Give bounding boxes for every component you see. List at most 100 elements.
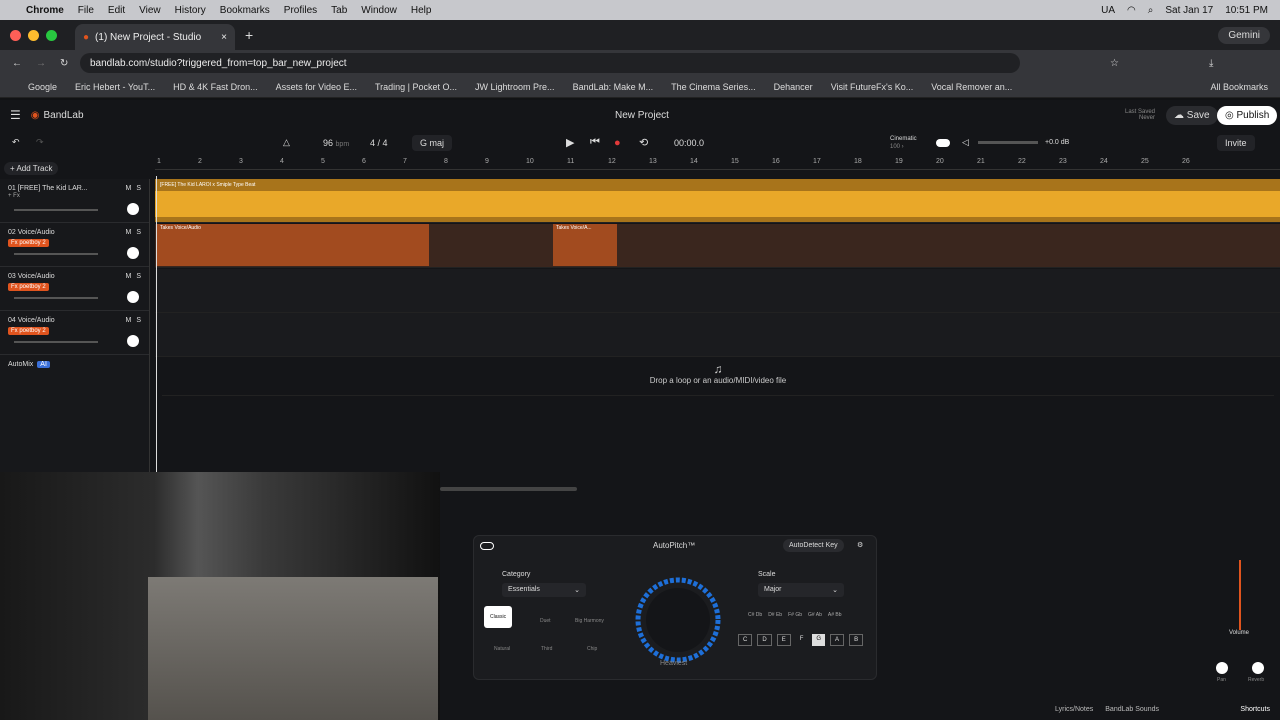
mute-button[interactable]: M [125, 229, 131, 236]
fx-chip[interactable]: Fx poetboy 2 [8, 283, 49, 291]
menu-history[interactable]: History [175, 5, 206, 16]
playhead[interactable] [156, 176, 157, 472]
mute-button[interactable]: M [125, 273, 131, 280]
close-window-button[interactable] [10, 29, 21, 41]
key-button[interactable]: D# Eb [768, 612, 782, 618]
key-button[interactable]: F [796, 634, 808, 646]
style-duet[interactable]: Duet [540, 618, 551, 624]
undo-icon[interactable]: ↶ [12, 137, 20, 148]
style-third[interactable]: Third [541, 646, 552, 652]
input-source[interactable]: UA [1101, 5, 1115, 16]
rewind-button[interactable]: ⏮ [590, 136, 600, 149]
loop-button[interactable]: ⟲ [639, 136, 648, 149]
key-button[interactable]: B [849, 634, 864, 646]
bookmark-item[interactable]: HD & 4K Fast Dron... [173, 82, 258, 92]
bookmark-item[interactable]: BandLab: Make M... [573, 82, 654, 92]
menu-profiles[interactable]: Profiles [284, 5, 317, 16]
menu-bookmarks[interactable]: Bookmarks [220, 5, 270, 16]
bpm-field[interactable]: 96 bpm [323, 138, 349, 148]
mute-button[interactable]: M [125, 185, 131, 192]
time-signature[interactable]: 4 / 4 [370, 138, 388, 148]
bandlab-sounds-button[interactable]: BandLab Sounds [1105, 706, 1159, 713]
all-bookmarks[interactable]: All Bookmarks [1210, 82, 1268, 92]
new-tab-icon[interactable]: + [245, 27, 253, 43]
solo-button[interactable]: S [136, 317, 141, 324]
track-header[interactable]: 02 Voice/Audio Fx poetboy 2 MS [0, 223, 149, 267]
add-track-button[interactable]: + Add Track [4, 161, 59, 175]
pan-knob[interactable] [127, 335, 139, 347]
track-header[interactable]: 03 Voice/Audio Fx poetboy 2 MS [0, 267, 149, 311]
lyrics-notes-button[interactable]: Lyrics/Notes [1055, 706, 1093, 713]
horizontal-scrollbar[interactable] [440, 487, 577, 491]
bookmark-item[interactable]: Assets for Video E... [276, 82, 357, 92]
bandlab-logo[interactable]: ◉ BandLab [31, 110, 84, 121]
fx-label[interactable]: + Fx [8, 193, 20, 199]
reverb-knob[interactable] [1252, 662, 1264, 674]
close-tab-icon[interactable]: × [221, 32, 227, 43]
autopitch-toggle[interactable] [480, 542, 494, 550]
style-chip[interactable]: Chip [587, 646, 597, 652]
style-natural[interactable]: Natural [494, 646, 510, 652]
track-volume-slider[interactable] [14, 297, 98, 299]
bookmark-item[interactable]: Eric Hebert - YouT... [75, 82, 155, 92]
empty-lane[interactable] [155, 269, 1280, 313]
publish-button[interactable]: ◎ Publish [1217, 105, 1278, 125]
key-button[interactable]: G [812, 634, 826, 646]
key-button[interactable]: A [830, 634, 845, 646]
menu-view[interactable]: View [139, 5, 161, 16]
minimize-window-button[interactable] [28, 29, 39, 41]
menu-help[interactable]: Help [411, 5, 432, 16]
url-field[interactable]: bandlab.com/studio?triggered_from=top_ba… [80, 53, 1020, 73]
project-title[interactable]: New Project [615, 110, 669, 121]
cinematic-preset[interactable]: Cinematic 100 › [876, 135, 917, 151]
solo-button[interactable]: S [136, 185, 141, 192]
ruler[interactable]: 1 2 3 4 5 6 7 8 9 10 11 12 13 14 15 16 17 18 19 20 21 22 23 24 2… [155, 158, 1280, 170]
search-icon[interactable]: ⌕ [1148, 5, 1154, 16]
key-button[interactable]: D [757, 634, 772, 646]
key-button[interactable]: E [776, 634, 791, 646]
takes-region[interactable]: Takes Voice/Audio [157, 224, 429, 266]
bookmark-item[interactable]: Google [28, 82, 57, 92]
key-button[interactable]: G# Ab [808, 612, 822, 618]
pan-knob[interactable] [127, 203, 139, 215]
save-button[interactable]: ☁ Save [1166, 105, 1218, 125]
bookmark-item[interactable]: Vocal Remover an... [931, 82, 1012, 92]
style-big-harmony[interactable]: Big Harmony [575, 618, 604, 624]
settings-icon[interactable]: ⚙ [857, 541, 863, 549]
category-dropdown[interactable]: Essentials ⌄ [502, 583, 586, 597]
mastering-toggle[interactable] [936, 138, 950, 147]
drop-zone[interactable]: ♫ Drop a loop or an audio/MIDI/video fil… [162, 362, 1274, 396]
pan-knob[interactable] [127, 291, 139, 303]
zoom-window-button[interactable] [46, 29, 57, 41]
gemini-button[interactable]: Gemini [1218, 26, 1270, 44]
strength-dial[interactable] [634, 576, 722, 664]
solo-button[interactable]: S [136, 273, 141, 280]
shortcuts-button[interactable]: Shortcuts [1240, 706, 1270, 713]
key-button[interactable]: F# Gb [788, 612, 802, 618]
key-button[interactable]: A# Bb [828, 612, 842, 618]
bookmark-item[interactable]: Visit FutureFx's Ko... [831, 82, 914, 92]
fx-chip[interactable]: Fx poetboy 2 [8, 327, 49, 335]
scale-dropdown[interactable]: Major ⌄ [758, 583, 844, 597]
browser-tab[interactable]: ● (1) New Project - Studio × [75, 24, 235, 50]
track-volume-slider[interactable] [14, 253, 98, 255]
menu-edit[interactable]: Edit [108, 5, 125, 16]
back-icon[interactable]: ← [12, 58, 22, 69]
bookmark-star-icon[interactable]: ☆ [1110, 58, 1119, 69]
master-volume-slider[interactable] [978, 141, 1038, 144]
invite-button[interactable]: Invite [1217, 134, 1255, 151]
empty-lane[interactable] [155, 313, 1280, 357]
solo-button[interactable]: S [136, 229, 141, 236]
pan-knob[interactable] [1216, 662, 1228, 674]
metronome-icon[interactable]: △ [283, 137, 290, 148]
key-selector[interactable]: G maj [412, 134, 453, 151]
key-button[interactable]: C [738, 634, 753, 646]
automix-row[interactable]: AutoMix AI [0, 355, 149, 374]
pan-knob[interactable] [127, 247, 139, 259]
track-volume-slider[interactable] [14, 341, 98, 343]
menu-app[interactable]: Chrome [26, 5, 64, 16]
track-header[interactable]: 04 Voice/Audio Fx poetboy 2 MS [0, 311, 149, 355]
key-button[interactable]: C# Db [748, 612, 762, 618]
mute-button[interactable]: M [125, 317, 131, 324]
record-button[interactable]: ● [614, 137, 621, 149]
